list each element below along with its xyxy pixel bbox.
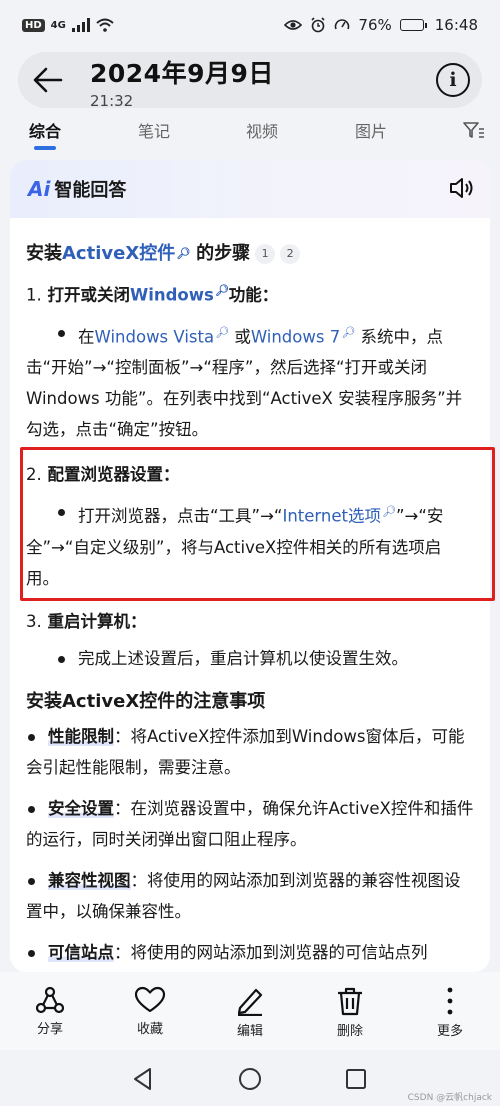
share-button[interactable]: 分享 (15, 986, 85, 1037)
eye-icon (284, 20, 303, 30)
speaker-icon[interactable] (448, 176, 474, 200)
windows-7-link[interactable]: Windows 7 (251, 327, 340, 346)
filter-icon[interactable] (462, 120, 486, 140)
tab-images[interactable]: 图片 (355, 118, 387, 142)
windows-link[interactable]: Windows (130, 286, 214, 305)
step-1-title: 1. 打开或关闭Windows🔎︎功能： (26, 284, 279, 305)
wifi-icon (96, 18, 114, 32)
ai-card-title: 智能回答 (54, 180, 127, 201)
steps-heading: 安装 ActiveX控件 🔎︎ 的步骤 1 2 (26, 238, 474, 269)
hd-icon: HD (22, 18, 45, 32)
bullet-dot (58, 655, 65, 663)
search-icon: 🔎︎ (214, 284, 229, 297)
network-label: 4G (50, 19, 66, 31)
citation-2[interactable]: 2 (280, 243, 301, 264)
search-icon: 🔎︎ (382, 505, 396, 518)
ai-logo: Ai (28, 177, 51, 201)
bullet-dot (58, 329, 65, 337)
header-titles: 2024年9月9日 21:32 (90, 54, 274, 110)
info-icon: i (449, 69, 457, 91)
note-label: 性能限制 (48, 726, 114, 746)
search-icon: 🔎︎ (341, 325, 356, 339)
note-security: 安全设置：在浏览器设置中，确保允许ActiveX控件和插件的运行，同时关闭弹出窗… (26, 798, 474, 849)
more-button[interactable]: 更多 (415, 986, 485, 1039)
nav-home-icon[interactable] (237, 1066, 263, 1092)
delete-button[interactable]: 删除 (315, 986, 385, 1039)
step-3-body: 完成上述设置后，重启计算机以使设置生效。 (26, 643, 474, 674)
tab-all[interactable]: 综合 (29, 118, 61, 142)
back-arrow-icon (33, 67, 63, 93)
more-icon (447, 987, 453, 1015)
trash-icon (338, 987, 362, 1016)
more-label: 更多 (436, 1024, 463, 1039)
page-title: 2024年9月9日 (90, 59, 274, 88)
pen-icon (237, 988, 263, 1016)
share-icon (35, 986, 65, 1014)
nav-recents-icon[interactable] (343, 1066, 369, 1092)
delete-label: 删除 (336, 1024, 363, 1039)
speed-icon (335, 19, 350, 30)
internet-options-link[interactable]: Internet选项 (282, 507, 381, 526)
bullet-dot (58, 509, 65, 516)
step-2-title: 2. 配置浏览器设置： (26, 465, 180, 484)
favorite-button[interactable]: 收藏 (115, 986, 185, 1037)
activex-link[interactable]: ActiveX控件 (62, 238, 175, 269)
note-trusted-sites: 可信站点：将使用的网站添加到浏览器的可信站点列 (26, 937, 474, 968)
watermark: CSDN @云帆chjack (407, 1093, 492, 1103)
note-compatibility: 兼容性视图：将使用的网站添加到浏览器的兼容性视图设置中，以确保兼容性。 (26, 870, 461, 921)
tab-notes[interactable]: 笔记 (138, 118, 170, 142)
note-performance: 性能限制：将ActiveX控件添加到Windows窗体后，可能会引起性能限制，需… (26, 726, 465, 777)
bottom-action-bar: 分享 收藏 编辑 删除 更多 (0, 972, 500, 1050)
ai-card-content: 安装 ActiveX控件 🔎︎ 的步骤 1 2 1. 打开或关闭Windows🔎︎功能… (10, 218, 490, 968)
battery-percent: 76% (358, 16, 392, 34)
system-nav-bar: CSDN @云帆chjack (0, 1050, 500, 1106)
step-2-body: 打开浏览器，点击“工具”→“Internet选项🔎︎”→“安全”→“自定义级别”… (26, 505, 444, 588)
windows-vista-link[interactable]: Windows Vista (95, 327, 215, 346)
note-label: 兼容性视图 (48, 870, 131, 890)
notes-heading: 安装ActiveX控件的注意事项 (26, 690, 266, 712)
search-icon: 🔎︎ (215, 325, 230, 339)
edit-button[interactable]: 编辑 (215, 986, 285, 1039)
share-label: 分享 (36, 1022, 63, 1037)
tab-bar: 综合 笔记 视频 图片 (0, 112, 500, 154)
bullet-dot (28, 733, 35, 741)
bullet-dot (28, 949, 35, 957)
back-button[interactable] (24, 56, 72, 104)
status-bar: HD 4G 76% 16:48 (0, 0, 500, 50)
tab-videos[interactable]: 视频 (246, 118, 278, 142)
header: 2024年9月9日 21:32 i (0, 50, 500, 112)
citation-1[interactable]: 1 (255, 243, 276, 264)
ai-card-header: Ai 智能回答 (10, 160, 490, 218)
clock: 16:48 (434, 16, 478, 34)
heart-icon (134, 986, 166, 1013)
bullet-dot (28, 805, 35, 813)
edit-label: 编辑 (236, 1024, 263, 1039)
search-icon: 🔎︎ (176, 247, 191, 260)
alarm-icon (311, 17, 325, 33)
signal-icon (71, 18, 90, 32)
favorite-label: 收藏 (136, 1022, 163, 1037)
active-tab-indicator (34, 146, 56, 150)
step-1-body: 在Windows Vista🔎︎ 或Windows 7🔎︎ 系统中，点击“开始”… (26, 325, 463, 440)
nav-back-icon[interactable] (130, 1066, 156, 1092)
step-3-title: 3. 重启计算机： (26, 611, 147, 631)
ai-answer-card: Ai 智能回答 安装 ActiveX控件 🔎︎ 的步骤 1 2 1. 打开或关闭Win… (10, 160, 490, 972)
page-subtitle: 21:32 (90, 92, 134, 110)
note-label: 安全设置 (48, 798, 114, 818)
status-right: 76% 16:48 (284, 16, 478, 34)
battery-icon (399, 19, 427, 31)
info-button[interactable]: i (436, 63, 470, 97)
status-left: HD 4G (22, 18, 114, 32)
note-label: 可信站点 (48, 942, 114, 962)
bullet-dot (28, 877, 35, 885)
